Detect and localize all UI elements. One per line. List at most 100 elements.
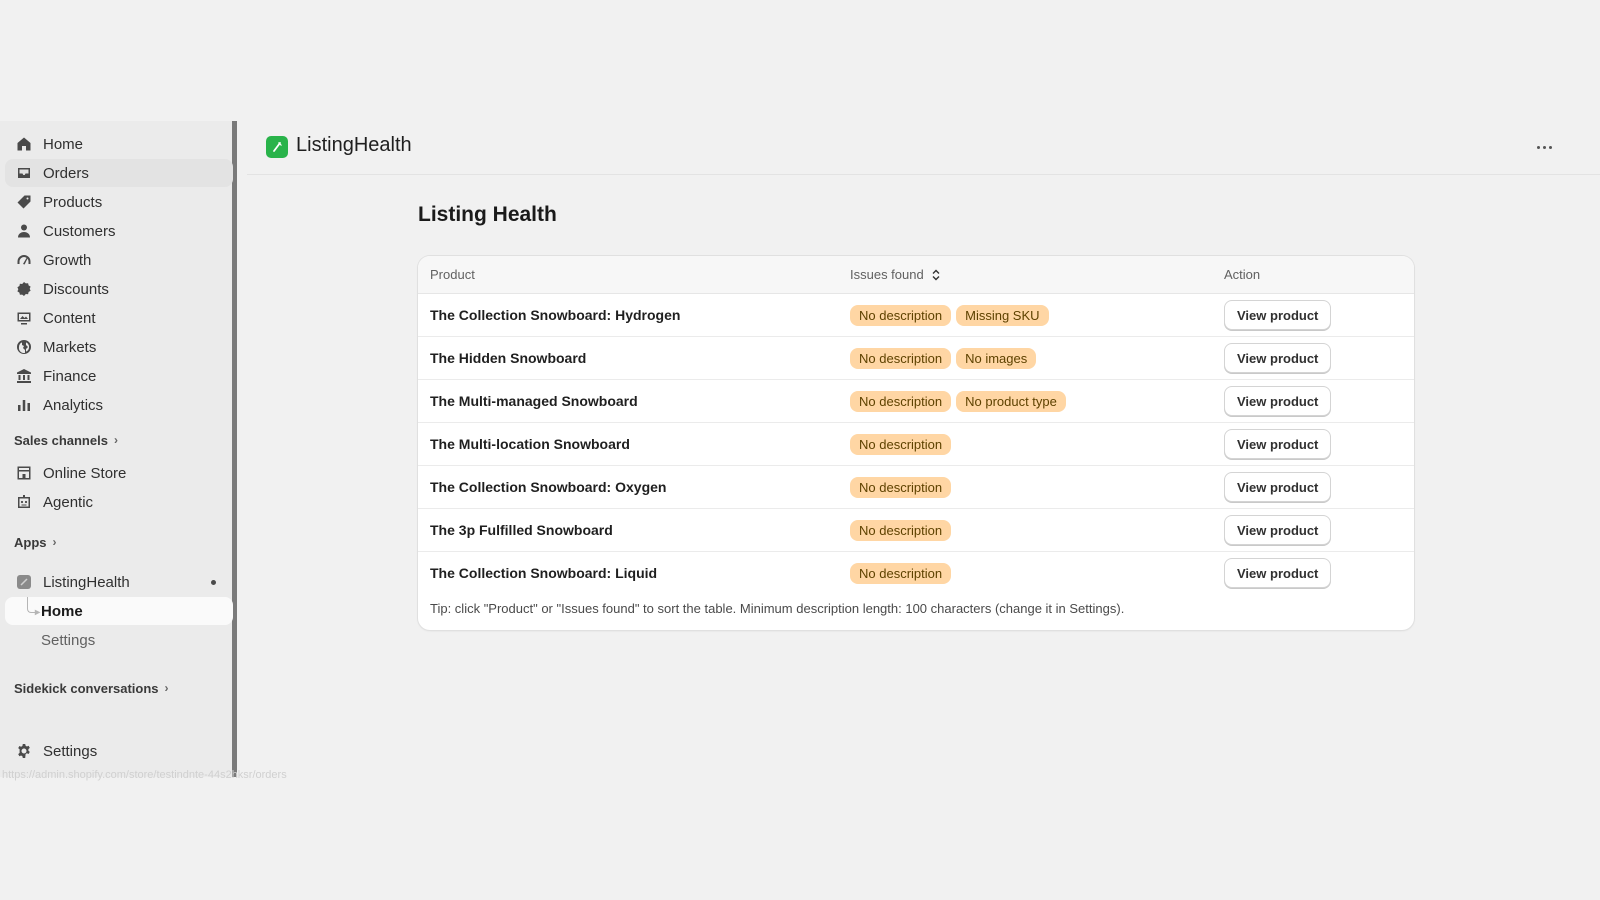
sidekick-label: Sidekick conversations xyxy=(14,680,159,696)
bank-icon xyxy=(15,368,32,385)
bar-chart-icon xyxy=(15,397,32,414)
app-root: Home Orders Products Customers Growth Di… xyxy=(0,0,1600,900)
sidebar-item-label: Products xyxy=(43,193,103,211)
table-row: The Collection Snowboard: Oxygen No desc… xyxy=(418,466,1414,509)
product-name: The Multi-location Snowboard xyxy=(430,436,630,452)
product-name: The Collection Snowboard: Liquid xyxy=(430,565,658,581)
view-product-button[interactable]: View product xyxy=(1224,472,1332,502)
issues-cell: No description xyxy=(850,520,952,541)
sidebar-item-label: Finance xyxy=(43,367,97,385)
sidebar-item-markets[interactable]: Markets xyxy=(5,333,233,361)
sidebar-item-agentic[interactable]: Agentic xyxy=(5,488,233,516)
globe-icon xyxy=(15,339,32,356)
product-name: The 3p Fulfilled Snowboard xyxy=(430,522,613,538)
apps-label: Apps xyxy=(14,534,47,550)
view-product-button[interactable]: View product xyxy=(1224,300,1332,330)
table-row: The Collection Snowboard: Liquid No desc… xyxy=(418,552,1414,595)
sidebar-item-products[interactable]: Products xyxy=(5,188,233,216)
sidebar-item-label: Customers xyxy=(43,222,116,240)
dot xyxy=(1548,145,1552,149)
sidebar-item-label: Settings xyxy=(43,742,98,760)
view-product-button[interactable]: View product xyxy=(1224,515,1332,545)
sort-icon xyxy=(931,269,941,284)
issue-badge: No product type xyxy=(956,391,1066,412)
content-icon xyxy=(15,310,32,327)
table-row: The Multi-managed Snowboard No descripti… xyxy=(418,380,1414,423)
product-name: The Collection Snowboard: Oxygen xyxy=(430,479,667,495)
apps-section[interactable]: Apps › xyxy=(14,532,57,552)
gear-icon xyxy=(15,743,32,760)
sidebar-item-label: Discounts xyxy=(43,280,109,298)
dot xyxy=(1542,145,1546,149)
issues-cell: No description xyxy=(850,434,952,455)
table-header: Product Issues found Action xyxy=(418,256,1414,294)
listinghealth-logo-icon xyxy=(266,136,288,158)
listing-table-card: Product Issues found Action The Collecti… xyxy=(418,256,1414,630)
table-row: The Collection Snowboard: Hydrogen No de… xyxy=(418,294,1414,337)
issues-cell: No description xyxy=(850,477,952,498)
issue-badge: No description xyxy=(850,391,952,412)
view-product-button[interactable]: View product xyxy=(1224,343,1332,373)
issues-cell: No description xyxy=(850,563,952,584)
sidebar-item-listinghealth[interactable]: ListingHealth xyxy=(5,568,233,596)
column-header-product[interactable]: Product xyxy=(430,267,475,282)
sidebar-subitem-settings[interactable]: Settings xyxy=(5,626,233,654)
sidebar-item-label: Growth xyxy=(43,251,92,269)
chevron-right-icon: › xyxy=(52,535,57,549)
issue-badge: No description xyxy=(850,434,952,455)
status-bar-url: https://admin.shopify.com/store/testindn… xyxy=(2,769,287,781)
view-product-button[interactable]: View product xyxy=(1224,429,1332,459)
sidebar-item-online-store[interactable]: Online Store xyxy=(5,459,233,487)
sidebar-item-label: Analytics xyxy=(43,396,104,414)
sales-channels-label: Sales channels xyxy=(14,432,108,448)
discount-icon xyxy=(15,281,32,298)
app-header: ListingHealth xyxy=(247,121,1600,175)
table-row: The Hidden Snowboard No description No i… xyxy=(418,337,1414,380)
issues-cell: No description No product type xyxy=(850,391,1066,412)
sidebar-item-growth[interactable]: Growth xyxy=(5,246,233,274)
sidebar-item-label: ListingHealth xyxy=(43,573,130,591)
sidebar-item-label: Agentic xyxy=(43,493,94,511)
sidebar-item-label: Home xyxy=(41,602,83,620)
issue-badge: No images xyxy=(956,348,1037,369)
sidebar-item-label: Home xyxy=(43,135,84,153)
sidebar-item-discounts[interactable]: Discounts xyxy=(5,275,233,303)
column-header-issues[interactable]: Issues found xyxy=(850,267,941,284)
issue-badge: No description xyxy=(850,520,952,541)
sidebar-item-orders[interactable]: Orders xyxy=(5,159,233,187)
product-name: The Collection Snowboard: Hydrogen xyxy=(430,307,681,323)
chevron-right-icon: › xyxy=(164,681,169,695)
sales-channels-section[interactable]: Sales channels › xyxy=(14,430,118,450)
pin-dot-icon xyxy=(211,580,216,585)
sidekick-section[interactable]: Sidekick conversations › xyxy=(14,678,169,698)
issues-cell: No description No images xyxy=(850,348,1037,369)
tree-arrow-icon: ▸ xyxy=(35,607,41,618)
sidebar-item-settings[interactable]: Settings xyxy=(5,737,233,765)
sidebar-item-label: Markets xyxy=(43,338,97,356)
app-icon xyxy=(15,574,32,591)
issues-cell: No description Missing SKU xyxy=(850,305,1049,326)
tag-icon xyxy=(15,194,32,211)
sidebar-item-label: Online Store xyxy=(43,464,127,482)
issue-badge: No description xyxy=(850,348,952,369)
sidebar-subitem-home[interactable]: ▸ Home xyxy=(5,597,233,625)
issue-badge: No description xyxy=(850,477,952,498)
product-name: The Hidden Snowboard xyxy=(430,350,587,366)
sidebar-item-content[interactable]: Content xyxy=(5,304,233,332)
sidebar-item-label: Content xyxy=(43,309,96,327)
table-row: The Multi-location Snowboard No descript… xyxy=(418,423,1414,466)
more-actions-button[interactable] xyxy=(1530,136,1558,158)
sidebar-item-finance[interactable]: Finance xyxy=(5,362,233,390)
view-product-button[interactable]: View product xyxy=(1224,558,1332,588)
sidebar-item-customers[interactable]: Customers xyxy=(5,217,233,245)
sidebar-item-home[interactable]: Home xyxy=(5,130,233,158)
inbox-icon xyxy=(15,165,32,182)
sidebar-item-analytics[interactable]: Analytics xyxy=(5,391,233,419)
app-title: ListingHealth xyxy=(296,134,412,156)
dot xyxy=(1536,145,1540,149)
view-product-button[interactable]: View product xyxy=(1224,386,1332,416)
column-header-label: Issues found xyxy=(850,267,924,282)
page-title: Listing Health xyxy=(418,203,557,226)
issue-badge: Missing SKU xyxy=(956,305,1049,326)
chevron-right-icon: › xyxy=(113,433,118,447)
